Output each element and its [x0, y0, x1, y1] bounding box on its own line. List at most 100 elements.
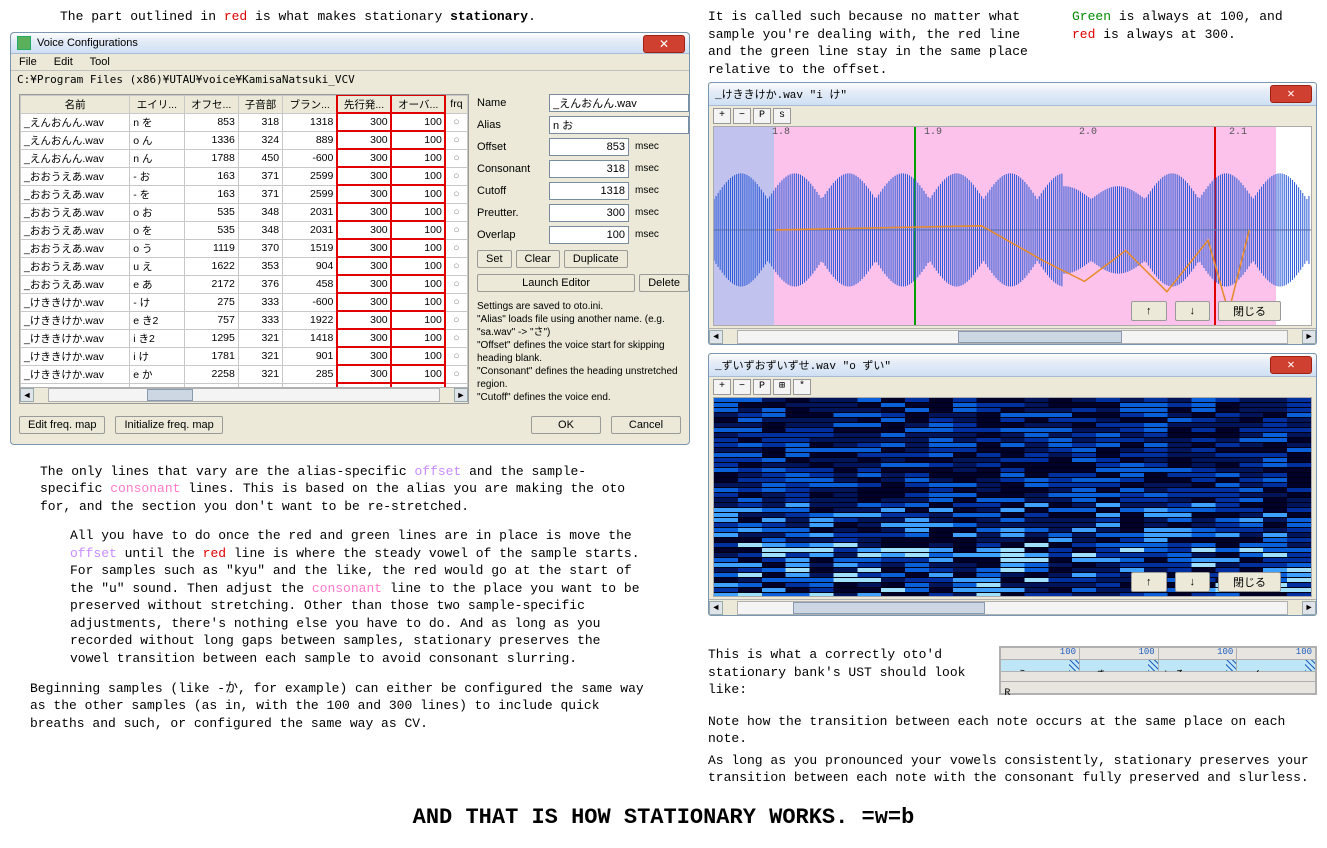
table-row[interactable]: _けききけか.wavi け1781321901300100○ — [21, 347, 468, 365]
waveform-window: _けききけか.wav "i け" ✕ + − P s 1.8 1.9 2.0 2… — [708, 82, 1317, 345]
path-field[interactable]: C:¥Program Files (x86)¥UTAU¥voice¥Kamisa… — [11, 71, 689, 88]
menu-file[interactable]: File — [19, 56, 37, 68]
ust-note-cell[interactable]: - え — [1001, 660, 1080, 672]
down-button[interactable]: ↓ — [1175, 301, 1211, 321]
edit-freq-button[interactable]: Edit freq. map — [19, 416, 105, 434]
table-row[interactable]: _おおうえあ.wavu え1622353904300100○ — [21, 257, 468, 275]
text: The part outlined in — [60, 9, 224, 24]
close-button[interactable]: 閉じる — [1218, 572, 1281, 592]
cutoff-field[interactable] — [549, 182, 629, 200]
up-button[interactable]: ↑ — [1131, 572, 1167, 592]
scroll-thumb[interactable] — [147, 389, 194, 401]
rest-label: R — [1004, 688, 1010, 699]
right-intro-1: It is called such because no matter what… — [708, 8, 1048, 78]
ust-note-cell[interactable]: e き — [1080, 660, 1159, 672]
options-icon[interactable]: ⊞ — [773, 379, 791, 395]
table-row[interactable]: _おおうえあ.wavo う11193701519300100○ — [21, 239, 468, 257]
hscroll[interactable]: ◄ ► — [20, 387, 468, 403]
ok-button[interactable]: OK — [531, 416, 601, 434]
menu-edit[interactable]: Edit — [54, 56, 73, 68]
label-name: Name — [477, 97, 543, 109]
col-header[interactable]: frq — [445, 95, 467, 113]
zoom-in-icon[interactable]: + — [713, 379, 731, 395]
table-row[interactable]: _おおうえあ.wav- を1633712599300100○ — [21, 185, 468, 203]
dialog-titlebar[interactable]: Voice Configurations ✕ — [11, 33, 689, 54]
ust-header-cell: 100 — [1237, 648, 1316, 660]
menubar: File Edit Tool — [11, 54, 689, 71]
zoom-in-icon[interactable]: + — [713, 108, 731, 124]
unit: msec — [635, 207, 659, 218]
ust-strip: 100100100100 - えe きi そo ん R — [999, 646, 1317, 695]
play-icon[interactable]: P — [753, 108, 771, 124]
para-beginning-samples: Beginning samples (like -か, for example)… — [30, 680, 660, 733]
duplicate-button[interactable]: Duplicate — [564, 250, 628, 268]
play-icon[interactable]: P — [753, 379, 771, 395]
launch-editor-button[interactable]: Launch Editor — [477, 274, 635, 292]
label-preutter: Preutter. — [477, 207, 543, 219]
table-row[interactable]: _けききけか.wavi き212953211418300100○ — [21, 329, 468, 347]
table-row[interactable]: _えんおんん.wavn ん1788450-600300100○ — [21, 149, 468, 167]
col-header[interactable]: 子音部 — [238, 95, 282, 113]
spec-title: _ずいずおずいずせ.wav "o ずい" — [715, 357, 891, 373]
unit: msec — [635, 229, 659, 240]
unit: msec — [635, 141, 659, 152]
close-button[interactable]: 閉じる — [1218, 301, 1281, 321]
label-consonant: Consonant — [477, 163, 543, 175]
col-header[interactable]: オフセ... — [184, 95, 238, 113]
stop-icon[interactable]: s — [773, 108, 791, 124]
scroll-right-icon[interactable]: ► — [454, 388, 468, 402]
zoom-out-icon[interactable]: − — [733, 108, 751, 124]
table-row[interactable]: _けききけか.wave き27573331922300100○ — [21, 311, 468, 329]
alias-field[interactable] — [549, 116, 689, 134]
text: is what makes stationary — [247, 9, 450, 24]
table-row[interactable]: _おおうえあ.wavo お5353482031300100○ — [21, 203, 468, 221]
waveform-canvas[interactable]: 1.8 1.9 2.0 2.1 ↑ ↓ 閉じる — [713, 126, 1312, 326]
preutter-field[interactable] — [549, 204, 629, 222]
down-button[interactable]: ↓ — [1175, 572, 1211, 592]
table-row[interactable]: _おおうえあ.wavo を5353482031300100○ — [21, 221, 468, 239]
right-intro-2: Green is always at 100, and red is alway… — [1072, 8, 1292, 78]
table-row[interactable]: _えんおんん.wavn を8533181318300100○ — [21, 113, 468, 131]
text-red: red — [224, 9, 247, 24]
table-row[interactable]: _おおうえあ.wave あ2172376458300100○ — [21, 275, 468, 293]
ust-intro: This is what a correctly oto'd stationar… — [708, 646, 983, 699]
ust-note-cell[interactable]: o ん — [1237, 660, 1316, 672]
ust-note-2: As long as you pronounced your vowels co… — [708, 752, 1317, 787]
set-button[interactable]: Set — [477, 250, 512, 268]
overlap-field[interactable] — [549, 226, 629, 244]
init-freq-button[interactable]: Initialize freq. map — [115, 416, 222, 434]
label-cutoff: Cutoff — [477, 185, 543, 197]
name-field[interactable] — [549, 94, 689, 112]
unit: msec — [635, 185, 659, 196]
offset-field[interactable] — [549, 138, 629, 156]
col-header[interactable]: オーバ... — [391, 95, 445, 113]
menu-tool[interactable]: Tool — [90, 56, 110, 68]
up-button[interactable]: ↑ — [1131, 301, 1167, 321]
oto-grid[interactable]: 名前エイリ...オフセ...子音部ブラン...先行発...オーバ...frq_え… — [19, 94, 469, 404]
col-header[interactable]: 先行発... — [337, 95, 391, 113]
cancel-button[interactable]: Cancel — [611, 416, 681, 434]
help-text: Settings are saved to oto.ini. "Alias" l… — [477, 300, 689, 404]
table-row[interactable]: _えんおんん.wavo ん1336324889300100○ — [21, 131, 468, 149]
close-icon[interactable]: ✕ — [643, 35, 685, 53]
spectrogram-canvas[interactable]: ↑ ↓ 閉じる — [713, 397, 1312, 597]
table-row[interactable]: _けききけか.wav- け275333-600300100○ — [21, 293, 468, 311]
consonant-field[interactable] — [549, 160, 629, 178]
close-icon[interactable]: ✕ — [1270, 85, 1312, 103]
col-header[interactable]: エイリ... — [130, 95, 184, 113]
col-header[interactable]: ブラン... — [283, 95, 337, 113]
table-row[interactable]: _おおうえあ.wav- お1633712599300100○ — [21, 167, 468, 185]
star-icon[interactable]: * — [793, 379, 811, 395]
para-offset-consonant: The only lines that vary are the alias-s… — [40, 463, 640, 516]
para-instructions: All you have to do once the red and gree… — [70, 527, 640, 667]
delete-button[interactable]: Delete — [639, 274, 689, 292]
table-row[interactable]: _けききけか.wave か2258321285300100○ — [21, 365, 468, 383]
ust-note-cell[interactable]: i そ — [1158, 660, 1237, 672]
clear-button[interactable]: Clear — [516, 250, 560, 268]
scroll-left-icon[interactable]: ◄ — [20, 388, 34, 402]
ust-header-cell: 100 — [1080, 648, 1159, 660]
ust-note-1: Note how the transition between each not… — [708, 713, 1317, 748]
close-icon[interactable]: ✕ — [1270, 356, 1312, 374]
zoom-out-icon[interactable]: − — [733, 379, 751, 395]
col-header[interactable]: 名前 — [21, 95, 130, 113]
